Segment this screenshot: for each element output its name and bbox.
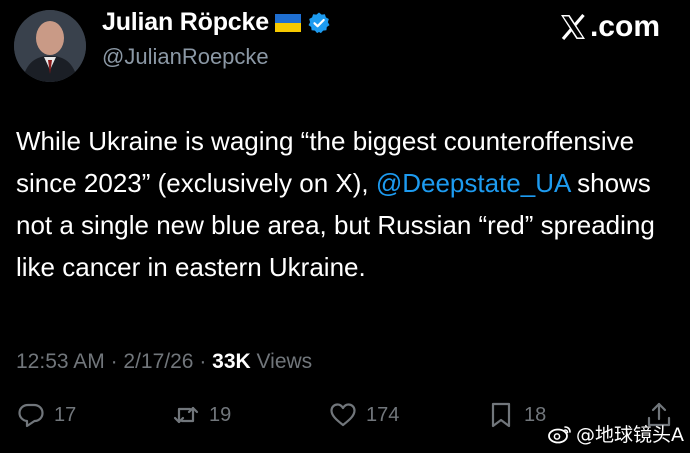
reply-count: 17 (54, 403, 77, 426)
heart-icon (330, 403, 356, 427)
weibo-icon (548, 425, 571, 443)
mention-link[interactable]: @Deepstate_UA (376, 168, 570, 198)
x-com-label: .com (589, 10, 660, 43)
tweet-text: While Ukraine is waging “the biggest cou… (16, 120, 666, 288)
x-logo-icon (560, 13, 585, 41)
avatar[interactable] (14, 10, 86, 82)
like-count: 174 (366, 403, 400, 426)
author-display-name[interactable]: Julian Röpcke (102, 8, 269, 37)
tweet-time[interactable]: 12:53 AM (16, 350, 105, 374)
tweet-date[interactable]: 2/17/26 (123, 350, 193, 374)
like-button[interactable]: 174 (328, 400, 399, 430)
x-com-logo: .com (558, 10, 660, 44)
bookmark-button[interactable]: 18 (486, 400, 546, 430)
repost-button[interactable]: 19 (171, 400, 231, 430)
author-name-row: Julian Röpcke (102, 8, 331, 37)
watermark-label: @地球镜头A (576, 424, 684, 446)
weibo-watermark: @地球镜头A (548, 420, 684, 447)
reply-button[interactable]: 17 (16, 400, 76, 430)
reply-icon (18, 403, 44, 428)
views-label: Views (250, 350, 313, 373)
repost-icon (173, 406, 199, 424)
author-handle[interactable]: @JulianRoepcke (102, 44, 269, 70)
repost-count: 19 (209, 403, 232, 426)
meta-separator: · (193, 350, 213, 373)
bookmark-count: 18 (524, 403, 547, 426)
bookmark-icon (491, 402, 511, 428)
ukraine-flag-icon (274, 13, 301, 32)
tweet-meta: 12:53 AM · 2/17/26 · 33K Views (16, 350, 312, 374)
verified-badge-icon[interactable] (307, 11, 331, 35)
views-count: 33K (212, 350, 251, 373)
meta-separator: · (104, 350, 124, 373)
